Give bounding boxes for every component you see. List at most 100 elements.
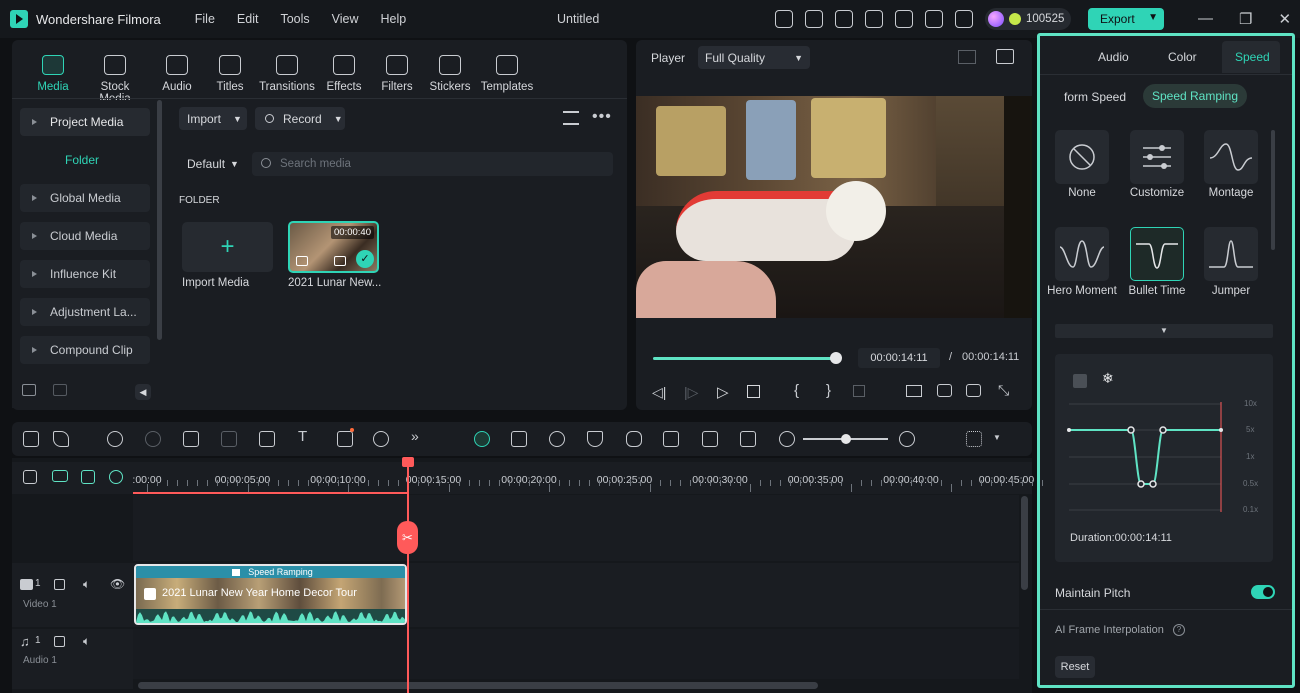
folder-icon[interactable] [53,384,67,396]
speed-curve-editor[interactable]: ❄ 10x 5x 1x 0.5x 0.1x Duration:00:00:14:… [1055,354,1273,562]
previous-frame-icon[interactable]: ◁| [652,384,666,401]
tab-stock-media[interactable]: Stock Media [84,50,146,105]
fit-timeline-icon[interactable] [740,431,756,447]
credits-badge[interactable]: 100525 [985,8,1071,30]
search-input[interactable]: Search media [252,152,613,176]
stop-icon[interactable] [747,385,760,398]
import-media-tile[interactable]: + [182,222,273,272]
chevron-down-icon[interactable]: ▼ [1148,12,1158,23]
auto-reframe-icon[interactable] [702,431,718,447]
split-scissors-icon[interactable]: ✂ [397,521,418,554]
track-manager-icon[interactable] [81,470,95,484]
close-icon[interactable]: ✕ [1278,10,1291,28]
menu-tools[interactable]: Tools [280,12,309,26]
presets-scrollbar[interactable] [1271,130,1275,250]
delete-trash-icon[interactable] [183,431,199,447]
sidebar-item-global-media[interactable]: Global Media [20,184,150,212]
progress-handle[interactable] [830,352,842,364]
mask-shield-icon[interactable] [587,431,603,447]
ai-copilot-icon[interactable] [474,431,490,447]
apps-grid-icon[interactable] [955,10,973,28]
speaker-icon[interactable]: 🔈︎ [83,577,90,592]
tab-audio[interactable]: Audio [146,50,208,105]
more-tools-icon[interactable]: » [411,428,427,444]
speaker-icon[interactable]: 🔈︎ [83,634,90,649]
menu-edit[interactable]: Edit [237,12,259,26]
sidebar-item-adjustment-layer[interactable]: Adjustment La... [20,298,150,326]
tab-titles[interactable]: Titles [208,50,252,105]
subtab-speed-ramping[interactable]: Speed Ramping [1143,84,1247,108]
mark-in-icon[interactable]: { [794,382,799,399]
filter-icon[interactable] [563,111,579,125]
reset-button[interactable]: Reset [1055,656,1095,678]
current-time[interactable]: 00:00:14:11 [858,348,940,368]
select-arrow-icon[interactable] [53,431,69,447]
preset-jumper[interactable] [1204,227,1258,281]
support-headset-icon[interactable] [925,10,943,28]
maintain-pitch-toggle[interactable] [1251,585,1275,599]
preset-bullet-time[interactable] [1130,227,1184,281]
playhead-handle[interactable] [402,457,414,467]
expand-presets-button[interactable]: ▼ [1055,324,1273,338]
tab-stickers[interactable]: Stickers [428,50,472,105]
grid-view-icon[interactable] [958,50,976,64]
collapse-sidebar-button[interactable]: ◀ [135,384,151,400]
chart-icon[interactable] [996,49,1014,64]
layout-icon[interactable] [835,10,853,28]
tab-audio-properties[interactable]: Audio [1098,50,1129,64]
video-preview[interactable] [636,96,1032,318]
menu-view[interactable]: View [332,12,359,26]
cloud-upload-icon[interactable] [895,10,913,28]
tab-filters[interactable]: Filters [366,50,428,105]
preset-none[interactable] [1055,130,1109,184]
freeze-frame-icon[interactable]: ❄ [1102,370,1114,387]
sidebar-scrollbar[interactable] [157,100,162,340]
mark-out-icon[interactable]: } [826,382,831,399]
minimize-icon[interactable]: — [1198,10,1213,28]
timeline-ruler[interactable]: :00:0000:00:05:0000:00:10:0000:00:15:000… [132,462,1043,494]
tab-transitions[interactable]: Transitions [252,50,322,105]
link-icon[interactable] [52,470,68,482]
layout-grid-icon[interactable] [23,431,39,447]
marker-icon[interactable] [853,385,865,397]
speed-icon[interactable] [549,431,565,447]
zoom-out-icon[interactable] [779,431,795,447]
more-options-icon[interactable]: ••• [592,108,612,126]
tab-templates[interactable]: Templates [472,50,542,105]
sidebar-item-cloud-media[interactable]: Cloud Media [20,222,150,250]
timeline-video-clip[interactable]: Speed Ramping 2021 Lunar New Year Home D… [134,564,407,625]
snapshot-camera-icon[interactable] [937,384,952,397]
help-icon[interactable]: ? [1173,624,1185,636]
speed-graph[interactable] [1055,392,1273,522]
delete-point-icon[interactable] [1073,374,1087,388]
microphone-icon[interactable] [626,431,642,447]
text-icon[interactable]: T [298,428,314,445]
color-match-icon[interactable] [373,431,389,447]
maximize-icon[interactable]: ❐ [1239,10,1252,28]
track-layout-icon[interactable] [966,431,982,447]
save-icon[interactable] [865,10,883,28]
sidebar-item-project-media[interactable]: Project Media [20,108,150,136]
timeline-horizontal-scrollbar[interactable] [138,682,818,689]
tab-speed-properties[interactable]: Speed [1235,50,1270,64]
avatar[interactable] [988,11,1004,27]
preset-hero-moment[interactable] [1055,227,1109,281]
tab-effects[interactable]: Effects [322,50,366,105]
quality-dropdown[interactable]: Full Quality ▼ [698,46,810,69]
audio-mute-icon[interactable] [966,384,981,397]
preset-montage[interactable] [1204,130,1258,184]
progress-bar[interactable] [653,357,836,360]
preset-customize[interactable] [1130,130,1184,184]
eye-icon[interactable]: 👁︎ [110,577,125,591]
new-folder-icon[interactable] [22,384,36,396]
play-icon[interactable]: ▷ [717,383,729,401]
zoom-slider-handle[interactable] [841,434,851,444]
sort-dropdown[interactable]: Default ▼ [179,152,249,176]
export-button[interactable]: Export ▼ [1088,8,1164,30]
sidebar-item-compound-clip[interactable]: Compound Clip [20,336,150,364]
tab-media[interactable]: Media [22,50,84,105]
add-track-icon[interactable] [23,470,37,484]
playhead-line[interactable] [407,458,409,693]
tab-color-properties[interactable]: Color [1168,50,1197,64]
feedback-icon[interactable] [805,10,823,28]
